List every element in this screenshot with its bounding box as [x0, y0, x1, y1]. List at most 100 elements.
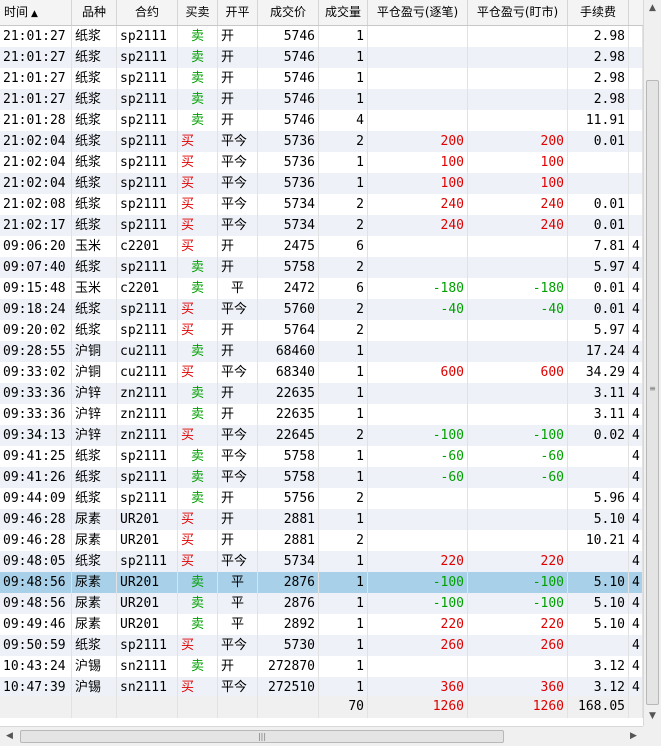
cell-fee: 34.29 — [568, 362, 629, 383]
cell-price: 2472 — [258, 278, 319, 299]
cell-pnl-mtm: 600 — [468, 362, 568, 383]
scroll-right-icon[interactable]: ▶ — [625, 728, 642, 745]
table-row[interactable]: 09:33:36 沪锌 zn2111 卖开 22635 1 3.11 4 — [0, 404, 643, 425]
cell-qty: 2 — [319, 257, 368, 278]
table-row[interactable]: 09:33:36 沪锌 zn2111 卖开 22635 1 3.11 4 — [0, 383, 643, 404]
table-row[interactable]: 09:50:59 纸浆 sp2111 买平今 5730 1 260 260 4 — [0, 635, 643, 656]
cell-contract: sp2111 — [117, 68, 178, 89]
header-col-product[interactable]: 品种 — [72, 0, 117, 25]
table-row[interactable]: 09:48:05 纸浆 sp2111 买平今 5734 1 220 220 4 — [0, 551, 643, 572]
table-row[interactable]: 21:01:27 纸浆 sp2111 卖开 5746 1 2.98 — [0, 68, 643, 89]
cell-qty: 1 — [319, 572, 368, 593]
cell-pnl-trade: -100 — [368, 572, 468, 593]
table-row[interactable]: 09:18:24 纸浆 sp2111 买平今 5760 2 -40 -40 0.01 4 — [0, 299, 643, 320]
table-row[interactable]: 21:01:27 纸浆 sp2111 卖开 5746 1 2.98 — [0, 26, 643, 47]
header-col-price[interactable]: 成交价 — [258, 0, 319, 25]
vertical-scroll-thumb[interactable]: ≡ — [646, 80, 659, 705]
cell-extra — [629, 194, 643, 215]
table-row[interactable]: 09:06:20 玉米 c2201 买开 2475 6 7.81 4 — [0, 236, 643, 257]
total-extra — [629, 696, 643, 718]
total-qty: 70 — [319, 696, 368, 718]
header-col-pnl-trade[interactable]: 平仓盈亏(逐笔) — [368, 0, 468, 25]
total-side — [178, 696, 218, 718]
cell-fee — [568, 446, 629, 467]
cell-qty: 2 — [319, 320, 368, 341]
table-row[interactable]: 21:02:17 纸浆 sp2111 买平今 5734 2 240 240 0.01 — [0, 215, 643, 236]
table-row[interactable]: 09:41:26 纸浆 sp2111 卖平今 5758 1 -60 -60 4 — [0, 467, 643, 488]
cell-product: 沪锡 — [72, 656, 117, 677]
cell-pnl-trade — [368, 341, 468, 362]
cell-pnl-trade — [368, 404, 468, 425]
cell-time: 21:02:04 — [0, 173, 72, 194]
table-row[interactable]: 09:34:13 沪锌 zn2111 买平今 22645 2 -100 -100 0.02 4 — [0, 425, 643, 446]
table-row[interactable]: 09:15:48 玉米 c2201 卖平 2472 6 -180 -180 0.01 4 — [0, 278, 643, 299]
cell-time: 09:07:40 — [0, 257, 72, 278]
cell-price: 5734 — [258, 551, 319, 572]
scroll-up-icon[interactable]: ▲ — [644, 0, 661, 17]
cell-contract: sp2111 — [117, 635, 178, 656]
header-col-time[interactable]: 时间 ▲ — [0, 0, 72, 25]
cell-contract: sp2111 — [117, 110, 178, 131]
cell-fee: 7.81 — [568, 236, 629, 257]
cell-product: 沪锌 — [72, 383, 117, 404]
header-col-side[interactable]: 买卖 — [178, 0, 218, 25]
table-row[interactable]: 21:02:04 纸浆 sp2111 买平今 5736 1 100 100 — [0, 173, 643, 194]
cell-product: 沪铜 — [72, 362, 117, 383]
cell-time: 21:01:27 — [0, 26, 72, 47]
cell-open-close: 开 — [218, 488, 258, 509]
header-col-contract[interactable]: 合约 — [117, 0, 178, 25]
table-row[interactable]: 21:01:27 纸浆 sp2111 卖开 5746 1 2.98 — [0, 89, 643, 110]
table-row[interactable]: 09:46:28 尿素 UR201 买开 2881 2 10.21 4 — [0, 530, 643, 551]
table-row[interactable]: 10:47:39 沪锡 sn2111 买平今 272510 1 360 360 3.12 4 — [0, 677, 643, 698]
cell-product: 纸浆 — [72, 320, 117, 341]
header-col-qty[interactable]: 成交量 — [319, 0, 368, 25]
table-row[interactable]: 09:33:02 沪铜 cu2111 买平今 68340 1 600 600 34.29 4 — [0, 362, 643, 383]
cell-qty: 1 — [319, 635, 368, 656]
table-row[interactable]: 21:02:08 纸浆 sp2111 买平今 5734 2 240 240 0.01 — [0, 194, 643, 215]
cell-fee: 2.98 — [568, 26, 629, 47]
table-row[interactable]: 09:41:25 纸浆 sp2111 卖平今 5758 1 -60 -60 4 — [0, 446, 643, 467]
table-row[interactable]: 21:02:04 纸浆 sp2111 买平今 5736 1 100 100 — [0, 152, 643, 173]
cell-open-close: 开 — [218, 110, 258, 131]
header-col-open-close[interactable]: 开平 — [218, 0, 258, 25]
cell-qty: 1 — [319, 362, 368, 383]
scroll-corner — [643, 726, 661, 746]
vertical-scrollbar[interactable]: ▲ ≡ ▼ — [643, 0, 661, 726]
header-col-pnl-mtm[interactable]: 平仓盈亏(盯市) — [468, 0, 568, 25]
cell-open-close: 平 — [218, 614, 258, 635]
horizontal-scrollbar[interactable]: ◀ ||| ▶ — [0, 726, 643, 746]
table-row[interactable]: 09:48:56 尿素 UR201 卖平 2876 1 -100 -100 5.10 4 — [0, 593, 643, 614]
cell-pnl-trade — [368, 68, 468, 89]
cell-open-close: 开 — [218, 341, 258, 362]
cell-side: 买 — [178, 215, 218, 236]
table-row[interactable]: 09:44:09 纸浆 sp2111 卖开 5756 2 5.96 4 — [0, 488, 643, 509]
cell-fee: 3.11 — [568, 404, 629, 425]
scroll-left-icon[interactable]: ◀ — [1, 728, 18, 745]
table-row[interactable]: 10:43:24 沪锡 sn2111 卖开 272870 1 3.12 4 — [0, 656, 643, 677]
cell-side: 卖 — [178, 341, 218, 362]
cell-price: 5760 — [258, 299, 319, 320]
horizontal-scroll-thumb[interactable]: ||| — [20, 730, 504, 743]
scroll-down-icon[interactable]: ▼ — [644, 708, 661, 725]
table-row[interactable]: 09:20:02 纸浆 sp2111 买开 5764 2 5.97 4 — [0, 320, 643, 341]
table-row[interactable]: 09:49:46 尿素 UR201 卖平 2892 1 220 220 5.10 4 — [0, 614, 643, 635]
table-row[interactable]: 09:46:28 尿素 UR201 买开 2881 1 5.10 4 — [0, 509, 643, 530]
cell-product: 玉米 — [72, 278, 117, 299]
cell-open-close: 开 — [218, 656, 258, 677]
table-row[interactable]: 09:48:56 尿素 UR201 卖平 2876 1 -100 -100 5.10 4 — [0, 572, 643, 593]
cell-pnl-trade — [368, 257, 468, 278]
cell-open-close: 平今 — [218, 635, 258, 656]
cell-fee: 0.01 — [568, 194, 629, 215]
table-row[interactable]: 21:02:04 纸浆 sp2111 买平今 5736 2 200 200 0.01 — [0, 131, 643, 152]
table-row[interactable]: 09:07:40 纸浆 sp2111 卖开 5758 2 5.97 4 — [0, 257, 643, 278]
cell-product: 纸浆 — [72, 299, 117, 320]
cell-open-close: 开 — [218, 89, 258, 110]
cell-side: 卖 — [178, 257, 218, 278]
table-row[interactable]: 21:01:27 纸浆 sp2111 卖开 5746 1 2.98 — [0, 47, 643, 68]
header-col-fee[interactable]: 手续费 — [568, 0, 629, 25]
table-row[interactable]: 21:01:28 纸浆 sp2111 卖开 5746 4 11.91 — [0, 110, 643, 131]
cell-extra: 4 — [629, 488, 643, 509]
table-row[interactable]: 09:28:55 沪铜 cu2111 卖开 68460 1 17.24 4 — [0, 341, 643, 362]
cell-time: 09:34:13 — [0, 425, 72, 446]
cell-product: 纸浆 — [72, 446, 117, 467]
